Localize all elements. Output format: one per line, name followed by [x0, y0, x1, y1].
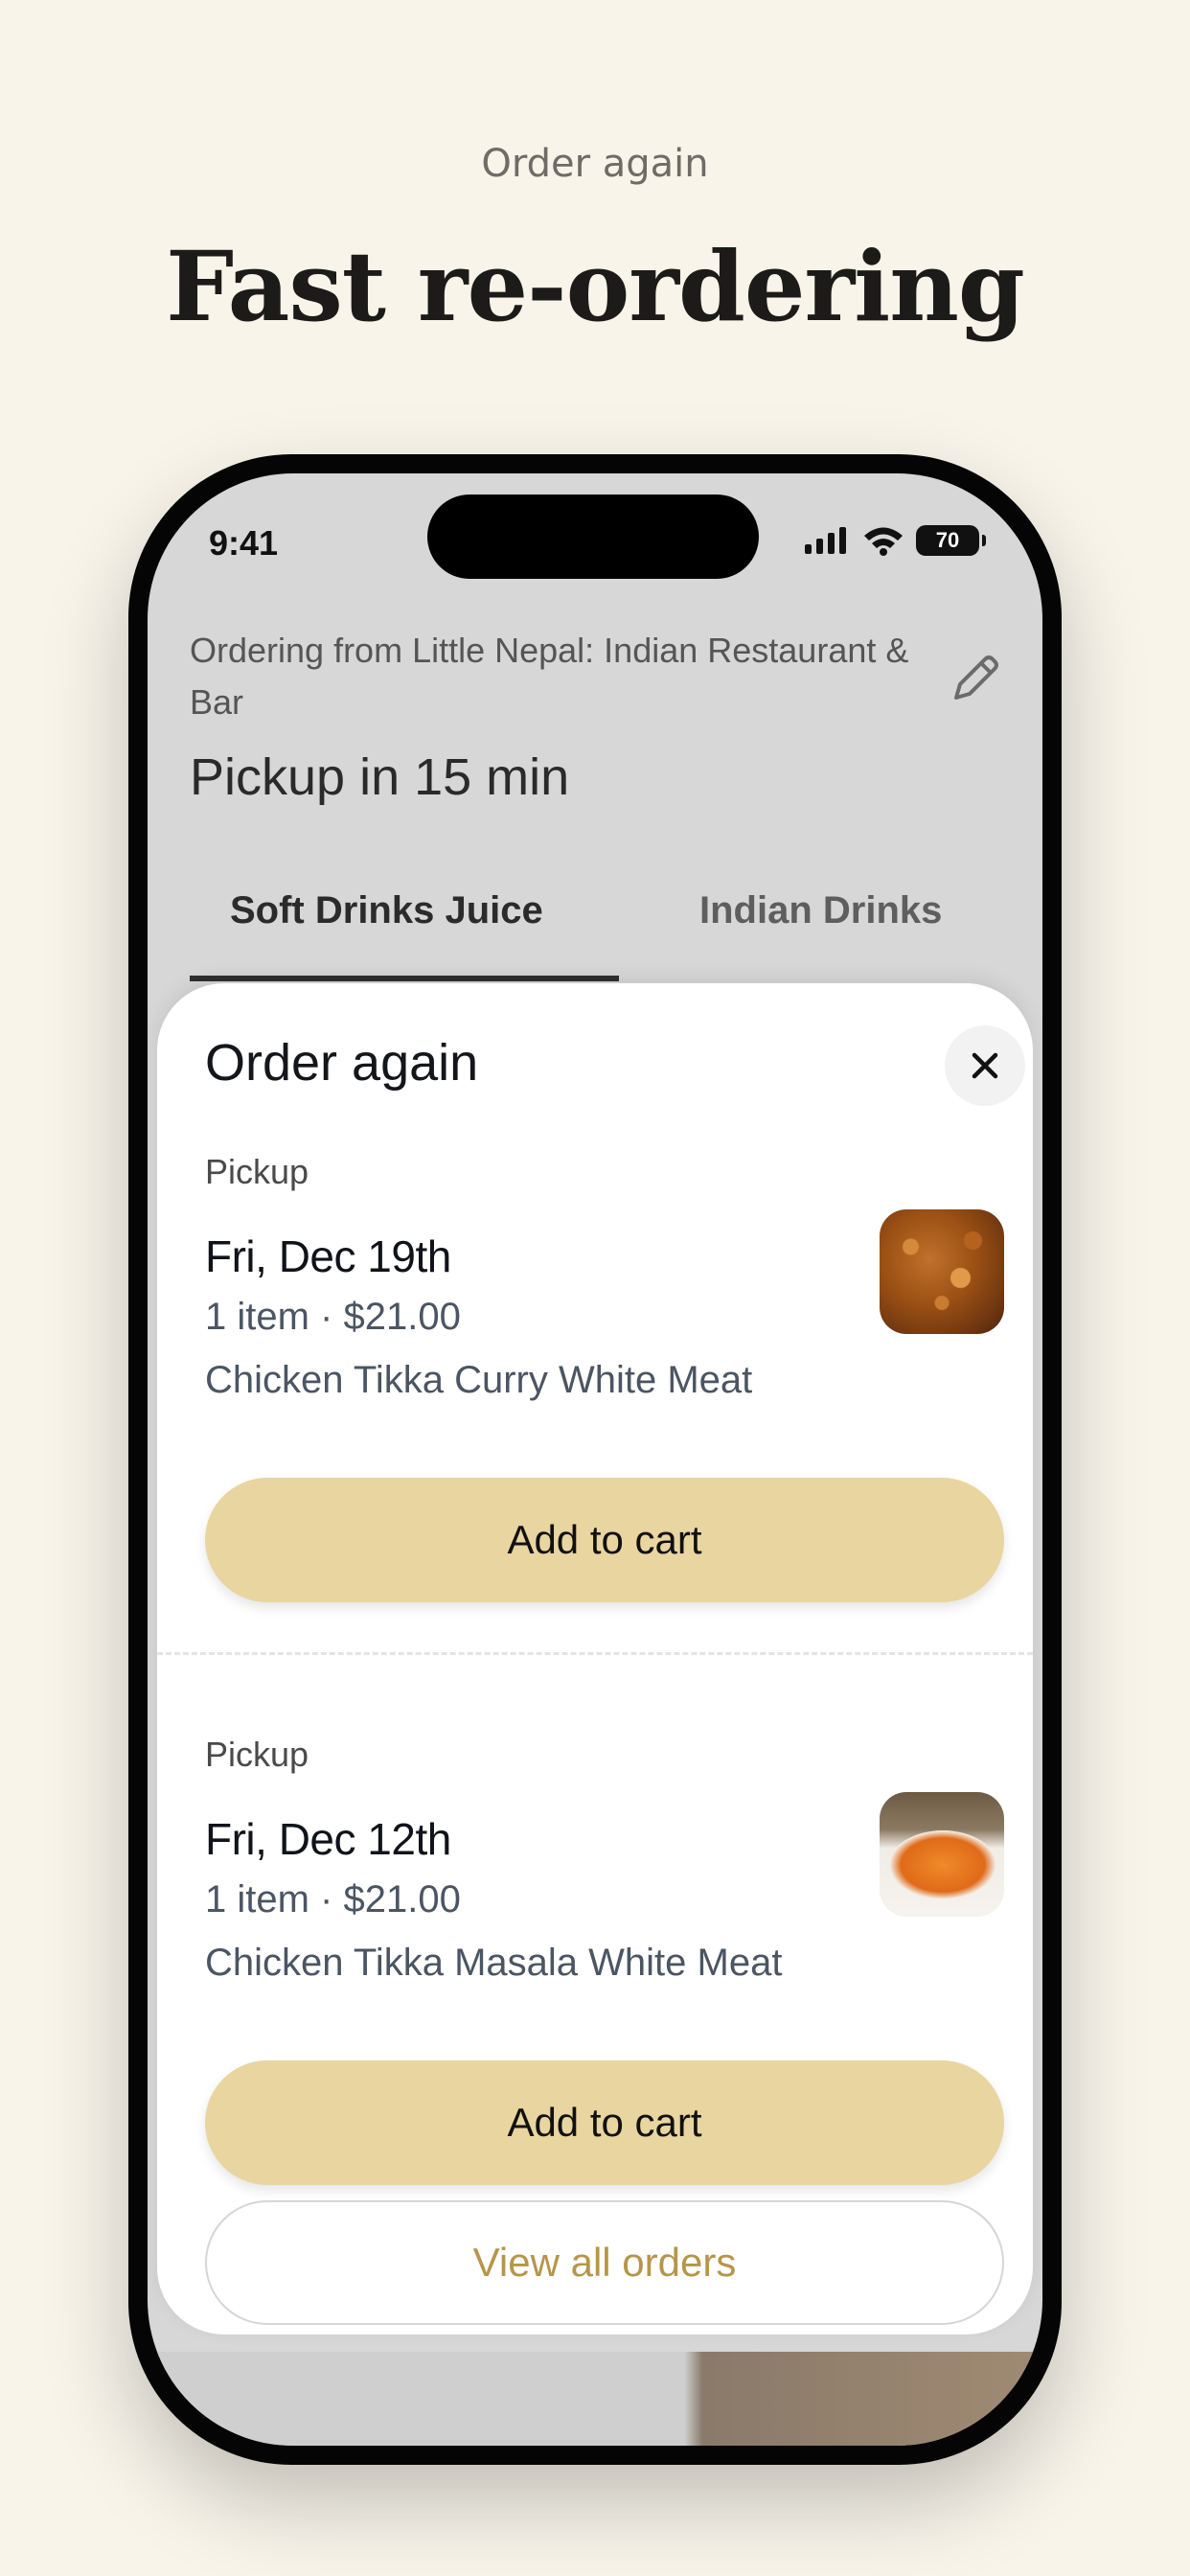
- add-to-cart-button[interactable]: Add to cart: [205, 2060, 1004, 2185]
- signal-icon: [805, 527, 846, 554]
- close-button[interactable]: [945, 1025, 1025, 1106]
- eyebrow-label: Order again: [481, 142, 709, 186]
- order-divider: [157, 1652, 1033, 1655]
- phone-frame: 9:41 70 Ordering from Little Nepal: Indi…: [128, 454, 1062, 2465]
- order-card: Pickup Fri, Dec 19th 1 item · $21.00 Chi…: [205, 1152, 1004, 1631]
- status-icons: 70: [803, 525, 986, 556]
- marketing-page: Order again Fast re-ordering 9:41 70 Ord…: [0, 0, 1190, 2576]
- add-to-cart-button[interactable]: Add to cart: [205, 1478, 1004, 1602]
- tab-indian-drinks[interactable]: Indian Drinks: [699, 889, 942, 932]
- order-type: Pickup: [205, 1735, 309, 1774]
- order-card: Pickup Fri, Dec 12th 1 item · $21.00 Chi…: [205, 1735, 1004, 2195]
- order-date: Fri, Dec 12th: [205, 1814, 451, 1864]
- close-icon: [972, 1052, 998, 1079]
- edit-location-button[interactable]: [943, 646, 1008, 711]
- food-thumbnail: [880, 1209, 1004, 1334]
- category-tabs: Soft Drinks Juice Indian Drinks De: [190, 864, 1042, 956]
- order-summary: 1 item · $21.00: [205, 1878, 461, 1920]
- tab-soft-drinks-juice[interactable]: Soft Drinks Juice: [230, 889, 543, 932]
- order-item: Chicken Tikka Masala White Meat: [205, 1942, 783, 1984]
- pencil-icon: [954, 656, 998, 700]
- view-all-orders-button[interactable]: View all orders: [205, 2200, 1004, 2325]
- food-thumbnail: [880, 1792, 1004, 1917]
- phone-screen: 9:41 70 Ordering from Little Nepal: Indi…: [148, 473, 1042, 2446]
- order-item: Chicken Tikka Curry White Meat: [205, 1359, 753, 1401]
- order-date: Fri, Dec 19th: [205, 1231, 451, 1281]
- wifi-icon: [864, 527, 903, 556]
- ordering-from-label: Ordering from Little Nepal: Indian Resta…: [190, 631, 909, 722]
- headline: Fast re-ordering: [166, 230, 1025, 343]
- order-again-sheet: Order again Pickup Fri, Dec 19th 1 item …: [157, 983, 1033, 2334]
- dynamic-island: [427, 494, 759, 579]
- order-type: Pickup: [205, 1152, 309, 1191]
- sheet-title: Order again: [205, 1034, 479, 1092]
- active-tab-indicator: [190, 976, 619, 981]
- pickup-time: Pickup in 15 min: [190, 748, 570, 806]
- order-summary: 1 item · $21.00: [205, 1296, 461, 1338]
- battery-icon: 70: [916, 525, 986, 556]
- status-time: 9:41: [209, 523, 279, 563]
- background-menu-content: [148, 2352, 1042, 2446]
